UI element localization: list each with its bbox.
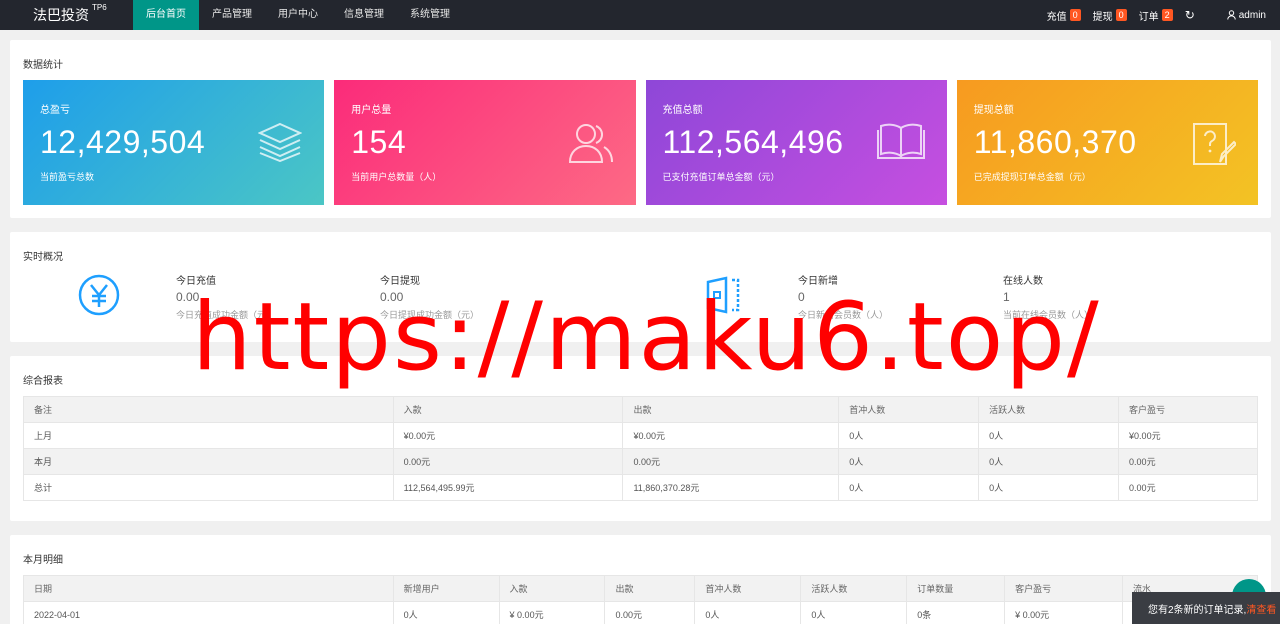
user-menu[interactable]: admin <box>1227 10 1266 21</box>
top-navbar: 法巴投资 TP6 后台首页 产品管理 用户中心 信息管理 系统管理 充值 0 提现… <box>0 0 1280 30</box>
stat-card-users: 用户总量 154 当前用户总数量（人） <box>334 80 636 205</box>
monthly-header: 活跃人数 <box>800 575 908 602</box>
yuan-circle-icon <box>78 274 120 316</box>
order-link[interactable]: 订单 2 <box>1139 8 1173 23</box>
table-cell: 0人 <box>392 601 500 624</box>
order-label: 订单 <box>1138 11 1159 23</box>
table-cell: 0人 <box>978 422 1120 449</box>
nav-products[interactable]: 产品管理 <box>199 0 265 30</box>
layers-icon <box>258 122 303 162</box>
table-cell: 0人 <box>978 448 1120 475</box>
main-nav: 后台首页 产品管理 用户中心 信息管理 系统管理 <box>133 0 463 30</box>
users-icon <box>568 124 613 163</box>
brand-name: 法巴投资 <box>33 7 89 23</box>
withdraw-badge: 0 <box>1115 9 1127 21</box>
table-cell: 0.00元 <box>1118 448 1258 475</box>
recharge-label: 充值 <box>1046 11 1067 23</box>
order-notice[interactable]: 您有2条新的订单记录, 清查看 <box>1132 592 1280 624</box>
table-row: 上月 ¥0.00元 ¥0.00元 0人 0人 ¥0.00元 <box>23 422 1258 449</box>
table-cell: 0人 <box>978 474 1120 501</box>
table-cell: 0人 <box>838 474 980 501</box>
report-header: 入款 <box>392 396 624 423</box>
brand-logo[interactable]: 法巴投资 TP6 <box>0 3 133 25</box>
table-row: 总计 112,564,495.99元 11,860,370.28元 0人 0人 … <box>23 474 1258 501</box>
stat-desc: 已完成提现订单总金额（元） <box>973 172 1091 182</box>
brand-tag: TP6 <box>92 3 107 12</box>
table-cell: 0人 <box>838 448 980 475</box>
stat-card-recharge: 充值总额 112,564,496 已支付充值订单总金额（元） <box>645 80 947 205</box>
table-cell: 总计 <box>23 474 394 501</box>
stat-label: 提现总额 <box>973 105 1014 116</box>
table-cell: 0.00元 <box>392 448 624 475</box>
table-cell: ¥ 0.00元 <box>498 601 606 624</box>
nav-system[interactable]: 系统管理 <box>397 0 463 30</box>
table-row: 2022-04-01 0人 ¥ 0.00元 0.00元 0人 0人 0条 ¥ 0… <box>23 601 1258 624</box>
table-cell: ¥0.00元 <box>1118 422 1258 449</box>
table-row: 本月 0.00元 0.00元 0人 0人 0.00元 <box>23 448 1258 475</box>
stat-label: 充值总额 <box>662 105 703 116</box>
monthly-header: 首冲人数 <box>694 575 802 602</box>
url-watermark: https://maku6.top/ <box>192 283 1101 392</box>
monthly-title: 本月明细 <box>23 555 63 566</box>
stats-title: 数据统计 <box>23 60 63 71</box>
nav-users[interactable]: 用户中心 <box>265 0 331 30</box>
nav-info[interactable]: 信息管理 <box>331 0 397 30</box>
stat-label: 总盈亏 <box>40 105 70 116</box>
monthly-header: 出款 <box>604 575 696 602</box>
table-cell: 2022-04-01 <box>23 601 394 624</box>
monthly-header: 新增用户 <box>392 575 500 602</box>
monthly-panel: 本月明细 日期 新增用户 入款 出款 首冲人数 活跃人数 订单数量 客户盈亏 流… <box>10 535 1271 624</box>
notice-text: 您有2条新的订单记录, <box>1148 604 1247 616</box>
table-cell: 0人 <box>800 601 908 624</box>
table-cell: 0人 <box>694 601 802 624</box>
stat-desc: 已支付充值订单总金额（元） <box>662 172 780 182</box>
report-table: 备注 入款 出款 首冲人数 活跃人数 客户盈亏 上月 ¥0.00元 ¥0.00元… <box>23 396 1258 501</box>
report-header: 备注 <box>23 396 394 423</box>
monthly-header: 订单数量 <box>906 575 1006 602</box>
table-cell: 0条 <box>906 601 1006 624</box>
table-cell: ¥0.00元 <box>622 422 840 449</box>
notice-action[interactable]: 清查看 <box>1246 601 1276 616</box>
realtime-title: 实时概况 <box>23 252 63 263</box>
table-cell: 上月 <box>23 422 394 449</box>
monthly-header: 入款 <box>498 575 606 602</box>
monthly-table: 日期 新增用户 入款 出款 首冲人数 活跃人数 订单数量 客户盈亏 流水 202… <box>23 575 1258 624</box>
table-cell: 11,860,370.28元 <box>622 474 840 501</box>
monthly-header: 客户盈亏 <box>1004 575 1124 602</box>
table-cell: 0人 <box>838 422 980 449</box>
report-header: 活跃人数 <box>978 396 1120 423</box>
top-right-tools: 充值 0 提现 0 订单 2 ↻ admin <box>1035 8 1280 23</box>
user-name: admin <box>1238 9 1266 21</box>
report-header: 出款 <box>622 396 840 423</box>
stat-card-profit: 总盈亏 12,429,504 当前盈亏总数 <box>23 80 325 205</box>
table-cell: ¥ 0.00元 <box>1004 601 1124 624</box>
stat-label: 用户总量 <box>351 105 392 116</box>
report-header: 首冲人数 <box>838 396 980 423</box>
withdraw-label: 提现 <box>1092 11 1113 23</box>
table-cell: 0.00元 <box>1118 474 1258 501</box>
recharge-link[interactable]: 充值 0 <box>1047 8 1081 23</box>
table-cell: 112,564,495.99元 <box>392 474 624 501</box>
stat-desc: 当前用户总数量（人） <box>351 172 442 182</box>
recharge-badge: 0 <box>1069 9 1081 21</box>
question-edit-icon <box>1193 123 1236 165</box>
book-icon <box>876 123 925 159</box>
stats-panel: 数据统计 总盈亏 12,429,504 当前盈亏总数 用户总量 154 当前用户… <box>10 40 1271 218</box>
stat-card-withdraw: 提现总额 11,860,370 已完成提现订单总金额（元） <box>956 80 1258 205</box>
order-badge: 2 <box>1161 9 1173 21</box>
user-icon <box>1227 10 1236 20</box>
table-cell: 0.00元 <box>622 448 840 475</box>
table-cell: 本月 <box>23 448 394 475</box>
stat-desc: 当前盈亏总数 <box>40 172 95 182</box>
table-cell: ¥0.00元 <box>392 422 624 449</box>
refresh-icon[interactable]: ↻ <box>1185 8 1195 22</box>
table-cell: 0.00元 <box>604 601 696 624</box>
nav-home[interactable]: 后台首页 <box>133 0 199 30</box>
monthly-header: 日期 <box>23 575 394 602</box>
report-header: 客户盈亏 <box>1118 396 1258 423</box>
withdraw-link[interactable]: 提现 0 <box>1093 8 1127 23</box>
